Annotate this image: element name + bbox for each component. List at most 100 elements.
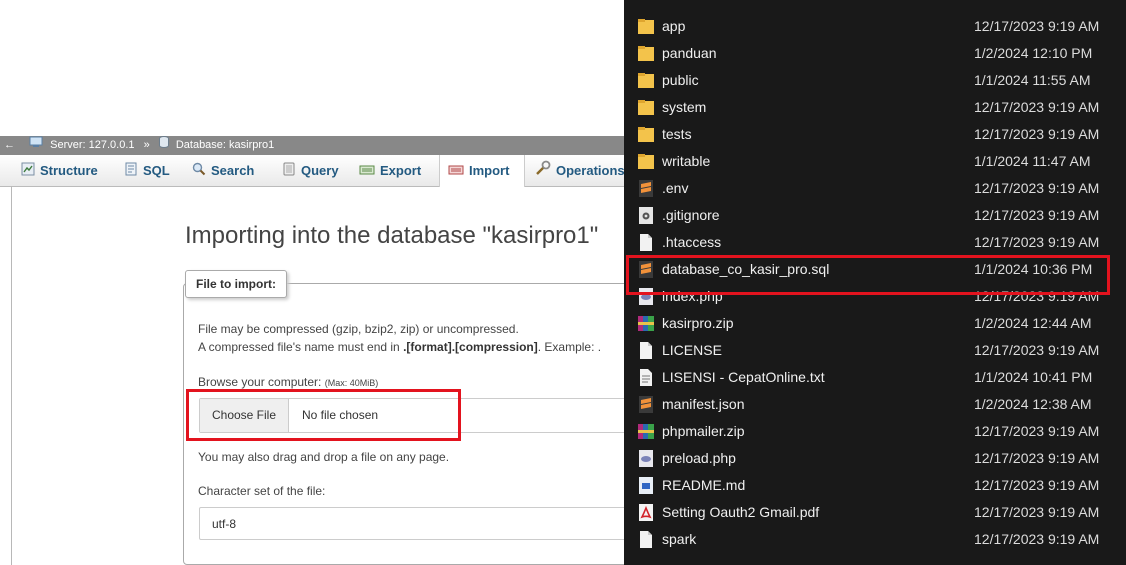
file-date-modified: 1/1/2024 11:47 AM — [974, 153, 1091, 169]
tab-import[interactable]: Import — [439, 155, 525, 187]
file-name: Setting Oauth2 Gmail.pdf — [662, 504, 820, 520]
breadcrumb: ← Server: 127.0.0.1 » Database: kasirpro… — [0, 136, 624, 155]
file-row[interactable]: app 12/17/2023 9:19 AM — [624, 13, 1126, 40]
tab-query-label: Query — [301, 163, 339, 178]
page-title: Importing into the database "kasirpro1" — [185, 222, 599, 249]
left-divider — [11, 186, 12, 565]
browse-label-row: Browse your computer: (Max: 40MiB) — [198, 375, 378, 389]
file-date-modified: 12/17/2023 9:19 AM — [974, 207, 1100, 223]
back-arrow-icon[interactable]: ← — [4, 136, 18, 155]
query-icon — [282, 156, 296, 187]
file-name: .htaccess — [662, 234, 722, 250]
file-name: public — [662, 72, 699, 88]
file-row[interactable]: system 12/17/2023 9:19 AM — [624, 94, 1126, 121]
file-row[interactable]: .gitignore 12/17/2023 9:19 AM — [624, 202, 1126, 229]
tab-structure[interactable]: Structure — [21, 155, 98, 186]
sublime-file-icon — [638, 180, 654, 197]
file-name: manifest.json — [662, 396, 745, 412]
tab-export-label: Export — [380, 163, 422, 178]
file-name: LICENSE — [662, 342, 722, 358]
file-name: LISENSI - CepatOnline.txt — [662, 369, 825, 385]
blank-file-icon — [638, 531, 654, 548]
winrar-archive-icon — [638, 423, 654, 440]
file-date-modified: 12/17/2023 9:19 AM — [974, 477, 1100, 493]
file-date-modified: 12/17/2023 9:19 AM — [974, 450, 1100, 466]
browse-label: Browse your computer: — [198, 375, 322, 389]
tab-export[interactable]: Export — [359, 155, 421, 186]
drag-drop-note: You may also drag and drop a file on any… — [198, 450, 450, 464]
structure-icon — [21, 156, 35, 187]
file-explorer-panel: app 12/17/2023 9:19 AM panduan 1/2/2024 12:… — [624, 0, 1126, 565]
file-date-modified: 12/17/2023 9:19 AM — [974, 126, 1100, 142]
file-date-modified: 1/1/2024 11:55 AM — [974, 72, 1091, 88]
file-row[interactable]: writable 1/1/2024 11:47 AM — [624, 148, 1126, 175]
file-row[interactable]: kasirpro.zip 1/2/2024 12:44 AM — [624, 310, 1126, 337]
file-date-modified: 12/17/2023 9:19 AM — [974, 234, 1100, 250]
file-date-modified: 12/17/2023 9:19 AM — [974, 531, 1100, 547]
export-icon — [359, 156, 375, 187]
folder-icon — [638, 18, 654, 35]
server-icon — [29, 136, 43, 155]
folder-icon — [638, 126, 654, 143]
tab-operations-label: Operations — [556, 163, 624, 178]
file-row[interactable]: LISENSI - CepatOnline.txt 1/1/2024 10:41 … — [624, 364, 1126, 391]
blank-file-icon — [638, 342, 654, 359]
file-row[interactable]: public 1/1/2024 11:55 AM — [624, 67, 1126, 94]
text-file-icon — [638, 369, 654, 386]
tab-import-label: Import — [469, 163, 510, 178]
file-date-modified: 1/2/2024 12:44 AM — [974, 315, 1092, 331]
max-size-note: (Max: 40MiB) — [324, 378, 379, 388]
compression-note: File may be compressed (gzip, bzip2, zip… — [198, 322, 519, 336]
file-row[interactable]: README.md 12/17/2023 9:19 AM — [624, 472, 1126, 499]
file-row[interactable]: Setting Oauth2 Gmail.pdf 12/17/2023 9:19 … — [624, 499, 1126, 526]
file-name: .env — [662, 180, 689, 196]
file-row[interactable]: .env 12/17/2023 9:19 AM — [624, 175, 1126, 202]
file-date-modified: 1/2/2024 12:38 AM — [974, 396, 1092, 412]
compression-format-prefix: A compressed file's name must end in — [198, 340, 404, 354]
file-date-modified: 1/1/2024 10:41 PM — [974, 369, 1093, 385]
file-date-modified: 12/17/2023 9:19 AM — [974, 342, 1100, 358]
tab-operations[interactable]: Operations — [535, 155, 624, 186]
blank-file-icon — [638, 234, 654, 251]
file-name: tests — [662, 126, 692, 142]
breadcrumb-server[interactable]: Server: 127.0.0.1 — [50, 136, 134, 155]
charset-label: Character set of the file: — [198, 484, 326, 498]
file-row[interactable]: tests 12/17/2023 9:19 AM — [624, 121, 1126, 148]
file-name: .gitignore — [662, 207, 720, 223]
file-date-modified: 12/17/2023 9:19 AM — [974, 18, 1100, 34]
file-name: phpmailer.zip — [662, 423, 745, 439]
tab-search-label: Search — [211, 163, 255, 178]
settings-file-icon — [638, 207, 654, 224]
file-name: app — [662, 18, 686, 34]
file-name: writable — [662, 153, 711, 169]
operations-icon — [535, 156, 551, 187]
file-date-modified: 12/17/2023 9:19 AM — [974, 180, 1100, 196]
file-row[interactable]: LICENSE 12/17/2023 9:19 AM — [624, 337, 1126, 364]
file-name: README.md — [662, 477, 746, 493]
import-icon — [448, 156, 464, 187]
file-row[interactable]: panduan 1/2/2024 12:10 PM — [624, 40, 1126, 67]
file-row[interactable]: .htaccess 12/17/2023 9:19 AM — [624, 229, 1126, 256]
search-icon — [192, 156, 206, 187]
file-row[interactable]: spark 12/17/2023 9:19 AM — [624, 526, 1126, 553]
file-date-modified: 12/17/2023 9:19 AM — [974, 99, 1100, 115]
tab-sql[interactable]: SQL — [124, 155, 170, 186]
tab-structure-label: Structure — [40, 163, 98, 178]
tab-query[interactable]: Query — [282, 155, 339, 186]
compression-format-pattern: .[format].[compression] — [403, 340, 538, 354]
sublime-file-icon — [638, 396, 654, 413]
folder-icon — [638, 45, 654, 62]
highlight-box-choose-file — [186, 389, 461, 441]
phpmyadmin-panel: ← Server: 127.0.0.1 » Database: kasirpro… — [0, 136, 624, 565]
tab-search[interactable]: Search — [192, 155, 254, 186]
file-row[interactable]: preload.php 12/17/2023 9:19 AM — [624, 445, 1126, 472]
file-date-modified: 1/2/2024 12:10 PM — [974, 45, 1093, 61]
file-name: system — [662, 99, 707, 115]
tab-bar: Structure SQL Search Query Export Import… — [0, 155, 624, 187]
file-name: kasirpro.zip — [662, 315, 734, 331]
file-row[interactable]: manifest.json 1/2/2024 12:38 AM — [624, 391, 1126, 418]
file-row[interactable]: phpmailer.zip 12/17/2023 9:19 AM — [624, 418, 1126, 445]
breadcrumb-database[interactable]: Database: kasirpro1 — [176, 136, 274, 155]
charset-select[interactable]: utf-8 — [199, 507, 624, 540]
file-date-modified: 12/17/2023 9:19 AM — [974, 504, 1100, 520]
